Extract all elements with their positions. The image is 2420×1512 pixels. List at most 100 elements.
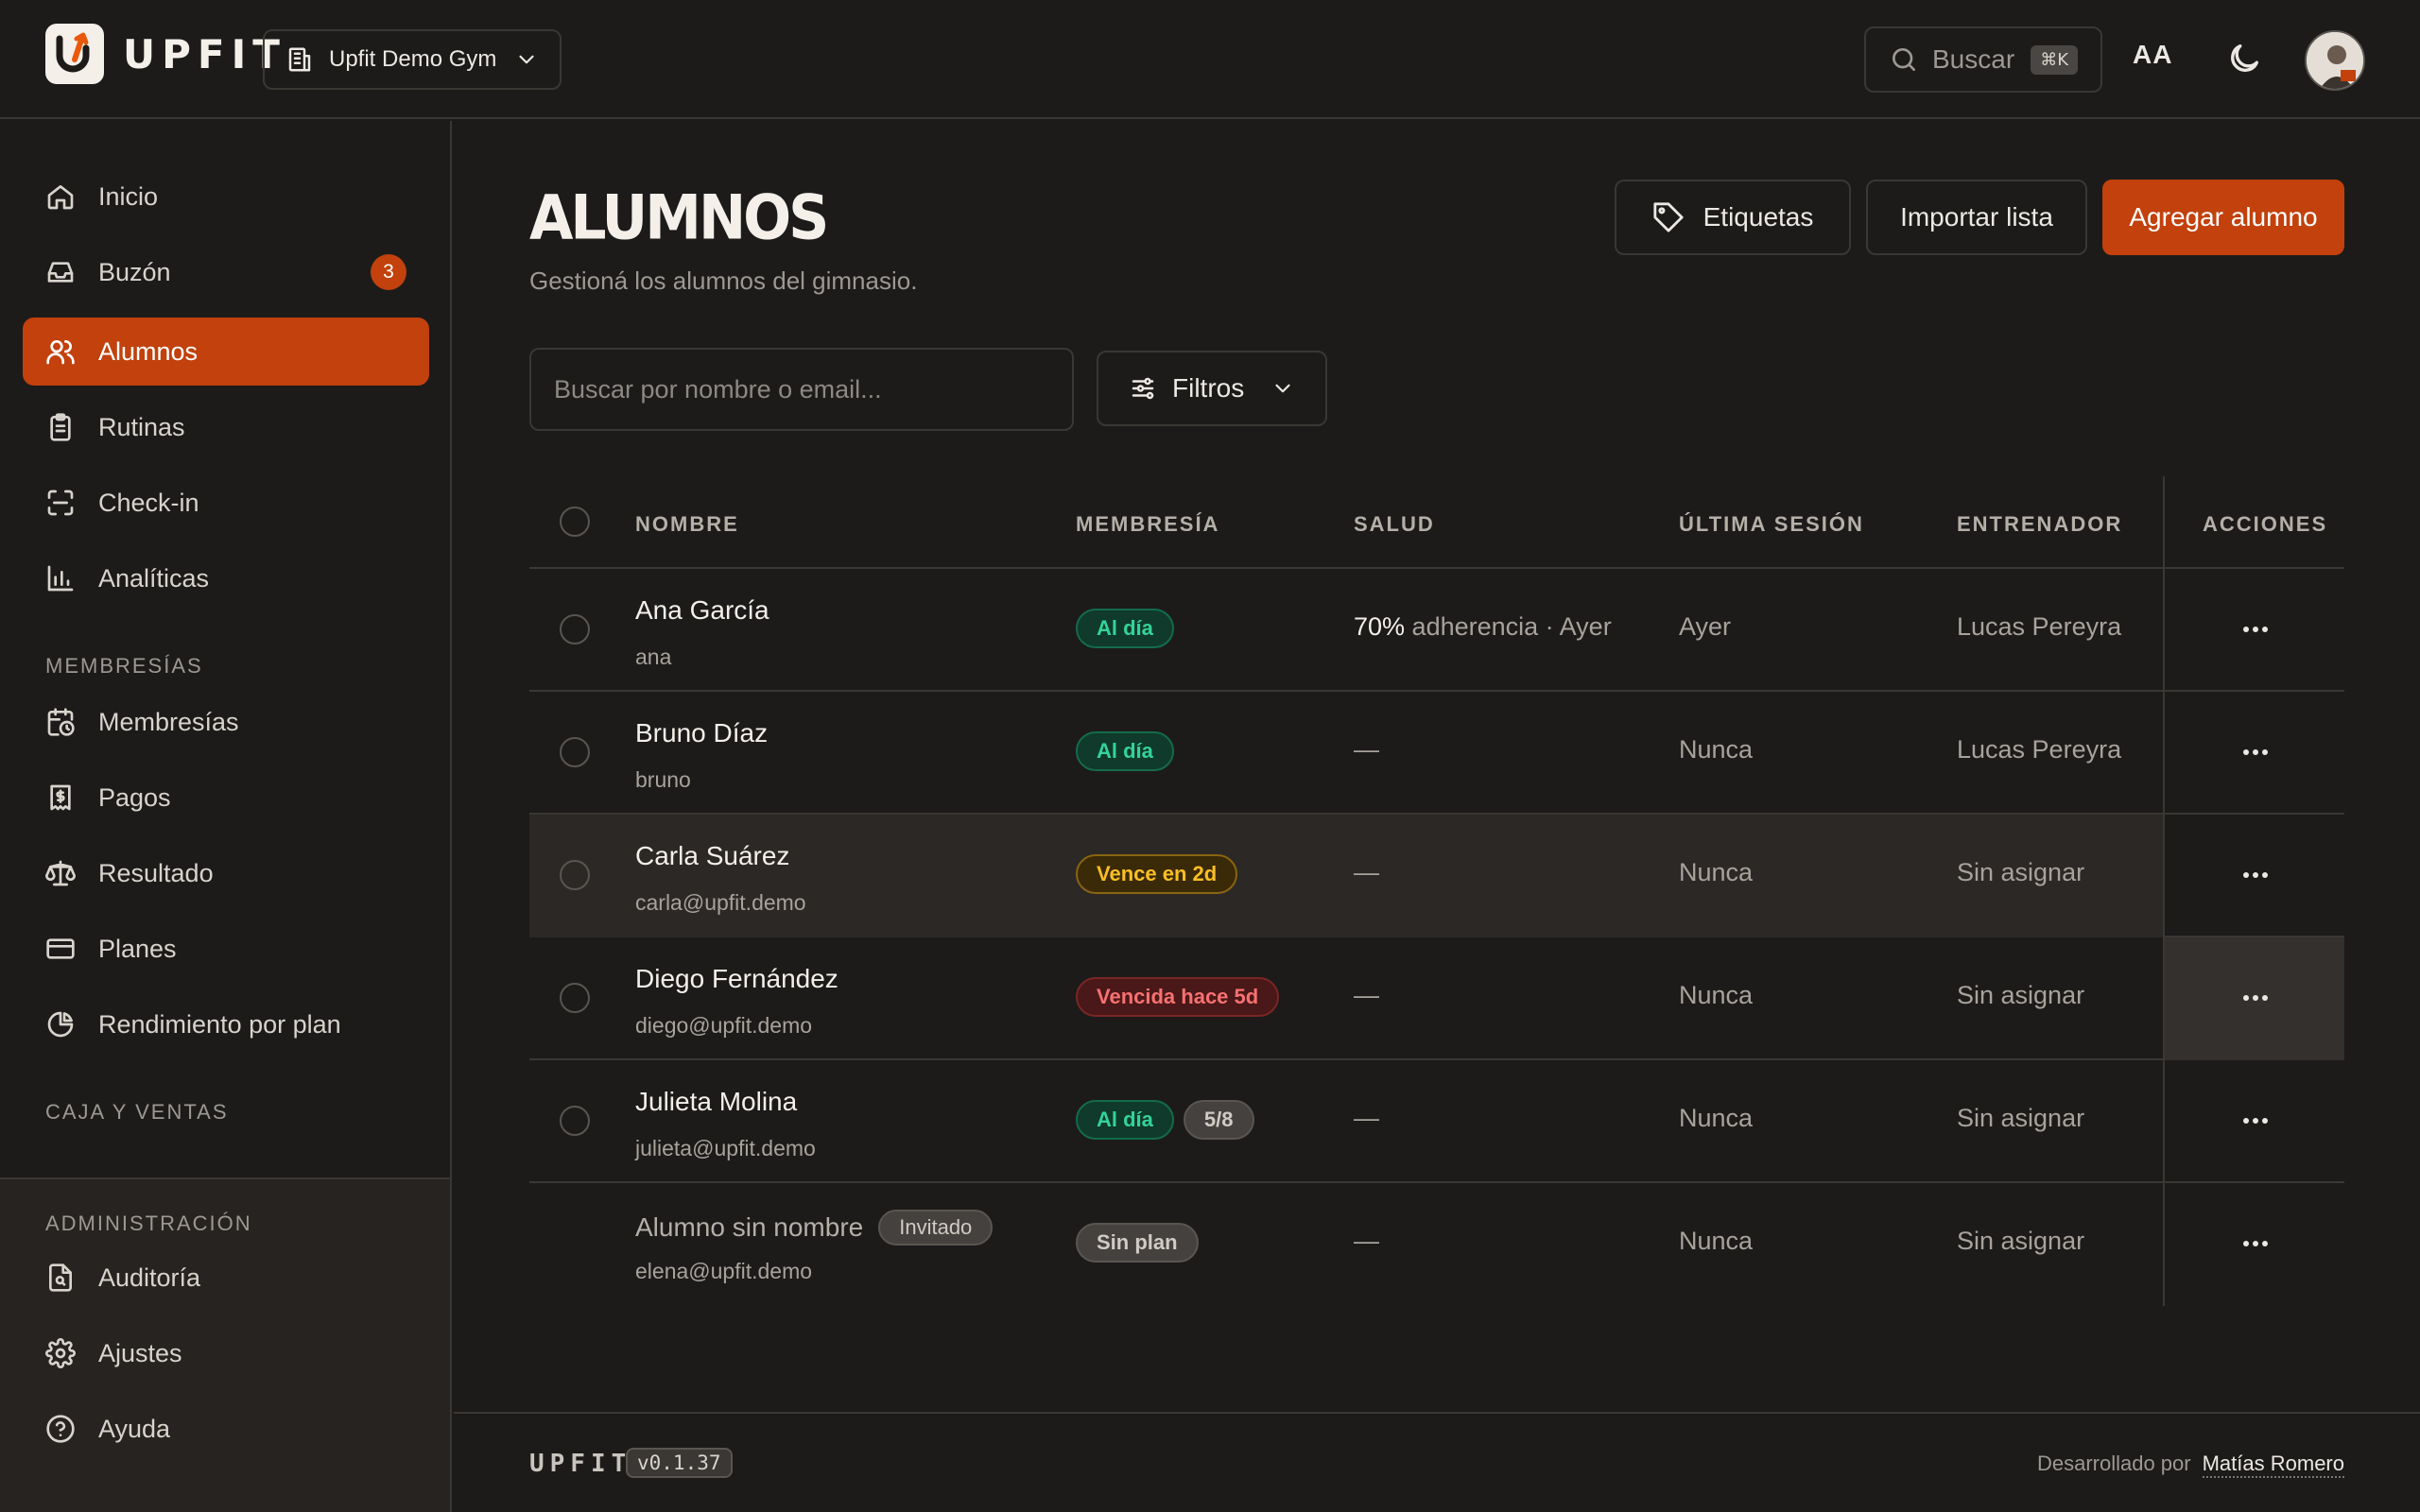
trainer-name: Sin asignar (1957, 858, 2085, 886)
column-header-nombre[interactable]: NOMBRE (635, 512, 739, 537)
table-row[interactable]: Bruno Díaz bruno Al día — Nunca Lucas Pe… (529, 692, 2344, 815)
sidebar-item-planes[interactable]: Planes (23, 915, 429, 983)
sidebar-item-label: Alumnos (98, 336, 199, 366)
file-search-icon (49, 1263, 72, 1292)
developer-link[interactable]: Matías Romero (2202, 1452, 2344, 1478)
membership-status-badge: Al día (1076, 731, 1174, 771)
sidebar-item-rutinas[interactable]: Rutinas (23, 393, 429, 461)
student-email: elena@upfit.demo (635, 1259, 813, 1283)
sidebar-item-label: Rutinas (98, 412, 185, 441)
section-heading-administracion: ADMINISTRACIÓN (45, 1211, 252, 1235)
row-checkbox[interactable] (560, 860, 590, 890)
sidebar-item-checkin[interactable]: Check-in (23, 469, 429, 537)
add-student-button[interactable]: Agregar alumno (2102, 180, 2344, 255)
last-session: Nunca (1679, 981, 1754, 1009)
row-checkbox[interactable] (560, 737, 590, 767)
last-session: Nunca (1679, 858, 1754, 886)
sidebar-item-analiticas[interactable]: Analíticas (23, 544, 429, 612)
actions-cell (2163, 569, 2344, 692)
sidebar-item-label: Analíticas (98, 563, 210, 593)
table-row[interactable]: Carla Suárez carla@upfit.demo Vence en 2… (529, 815, 2344, 937)
moon-icon (2231, 44, 2258, 72)
tags-button-label: Etiquetas (1703, 202, 1814, 232)
row-actions-button[interactable] (2242, 1109, 2269, 1132)
column-header-salud[interactable]: SALUD (1354, 512, 1435, 537)
row-actions-button[interactable] (2242, 1232, 2269, 1255)
sidebar-item-alumnos[interactable]: Alumnos (23, 318, 429, 386)
sidebar-item-pagos[interactable]: Pagos (23, 764, 429, 832)
membership-cell: Al día (1076, 731, 1174, 771)
table-row[interactable]: Alumno sin nombre Invitado elena@upfit.d… (529, 1183, 2344, 1306)
global-search-button[interactable]: Buscar ⌘K (1864, 26, 2102, 93)
row-actions-button[interactable] (2242, 864, 2269, 886)
row-actions-button[interactable] (2242, 618, 2269, 641)
student-name[interactable]: Diego Fernández (635, 964, 838, 994)
sidebar-item-membresias[interactable]: Membresías (23, 688, 429, 756)
student-name[interactable]: Julieta Molina (635, 1087, 797, 1117)
table-row[interactable]: Diego Fernández diego@upfit.demo Vencida… (529, 937, 2344, 1060)
sidebar-item-buzon[interactable]: Buzón 3 (23, 238, 429, 306)
membership-cell: Al día 5/8 (1076, 1100, 1254, 1140)
sidebar-item-label: Pagos (98, 782, 171, 812)
tags-button[interactable]: Etiquetas (1615, 180, 1851, 255)
sidebar-item-ayuda[interactable]: Ayuda (23, 1395, 429, 1463)
search-label: Buscar (1932, 44, 2015, 74)
gear-icon (45, 1338, 76, 1368)
font-size-toggle[interactable]: AA (2133, 40, 2172, 70)
filters-button[interactable]: Filtros (1097, 351, 1327, 426)
sidebar-item-auditoria[interactable]: Auditoría (23, 1244, 429, 1312)
health-cell: — (1354, 858, 1379, 886)
logo-mark-icon (45, 24, 104, 84)
actions-cell (2163, 815, 2344, 937)
student-name[interactable]: Bruno Díaz (635, 718, 768, 748)
sidebar-item-rendimiento[interactable]: Rendimiento por plan (23, 990, 429, 1058)
row-actions-button[interactable] (2242, 741, 2269, 764)
row-actions-button[interactable] (2242, 987, 2269, 1009)
footer: UPFIT v0.1.37 Desarrollado por Matías Ro… (454, 1412, 2420, 1512)
row-checkbox[interactable] (560, 983, 590, 1013)
health-cell: 70% adherencia · Ayer (1354, 612, 1612, 642)
membership-cell: Vence en 2d (1076, 854, 1238, 894)
student-search-input[interactable] (529, 348, 1074, 431)
gym-selector[interactable]: Upfit Demo Gym (263, 29, 562, 90)
page-subtitle: Gestioná los alumnos del gimnasio. (529, 266, 918, 295)
user-avatar[interactable] (2305, 30, 2365, 91)
building-icon (288, 47, 311, 72)
membership-status-badge: Al día (1076, 609, 1174, 648)
last-session: Nunca (1679, 1227, 1754, 1255)
sidebar-item-label: Ayuda (98, 1414, 171, 1443)
theme-toggle[interactable] (2225, 40, 2263, 77)
student-name[interactable]: Alumno sin nombre (635, 1212, 863, 1243)
trainer-name: Sin asignar (1957, 1104, 2085, 1132)
student-name[interactable]: Carla Suárez (635, 841, 789, 871)
membership-status-badge: Vence en 2d (1076, 854, 1238, 894)
sidebar-item-resultado[interactable]: Resultado (23, 839, 429, 907)
trainer-name: Lucas Pereyra (1957, 612, 2122, 641)
scale-icon (45, 860, 76, 886)
student-name[interactable]: Ana García (635, 595, 769, 626)
developer-prefix: Desarrollado por (2036, 1452, 2191, 1475)
column-header-entrenador[interactable]: ENTRENADOR (1957, 512, 2122, 537)
page-title: ALUMNOS (529, 182, 829, 254)
logo[interactable]: UPFIT (45, 24, 286, 84)
adherence-percent: 70% (1354, 612, 1406, 641)
credit-card-icon (46, 938, 75, 959)
table-row[interactable]: Ana García ana Al día 70% adherencia · A… (529, 569, 2344, 692)
last-session: Ayer (1679, 612, 1732, 641)
health-cell: — (1354, 735, 1379, 764)
sidebar: Inicio Buzón 3 Alumnos Rutinas Check-in … (0, 121, 452, 1512)
sidebar-item-ajustes[interactable]: Ajustes (23, 1319, 429, 1387)
table-row[interactable]: Julieta Molina julieta@upfit.demo Al día… (529, 1060, 2344, 1183)
filters-label: Filtros (1172, 373, 1245, 403)
sidebar-item-inicio[interactable]: Inicio (23, 163, 429, 231)
row-checkbox[interactable] (560, 614, 590, 644)
column-header-ultima-sesion[interactable]: ÚLTIMA SESIÓN (1679, 512, 1864, 537)
column-header-membresia[interactable]: MEMBRESÍA (1076, 512, 1219, 537)
brand-name: UPFIT (123, 30, 286, 77)
avatar-image (2307, 32, 2363, 89)
row-hover-highlight (529, 815, 2163, 937)
row-checkbox[interactable] (560, 1106, 590, 1136)
sidebar-item-label: Inicio (98, 181, 159, 211)
import-list-button[interactable]: Importar lista (1866, 180, 2087, 255)
select-all-checkbox[interactable] (560, 507, 590, 537)
